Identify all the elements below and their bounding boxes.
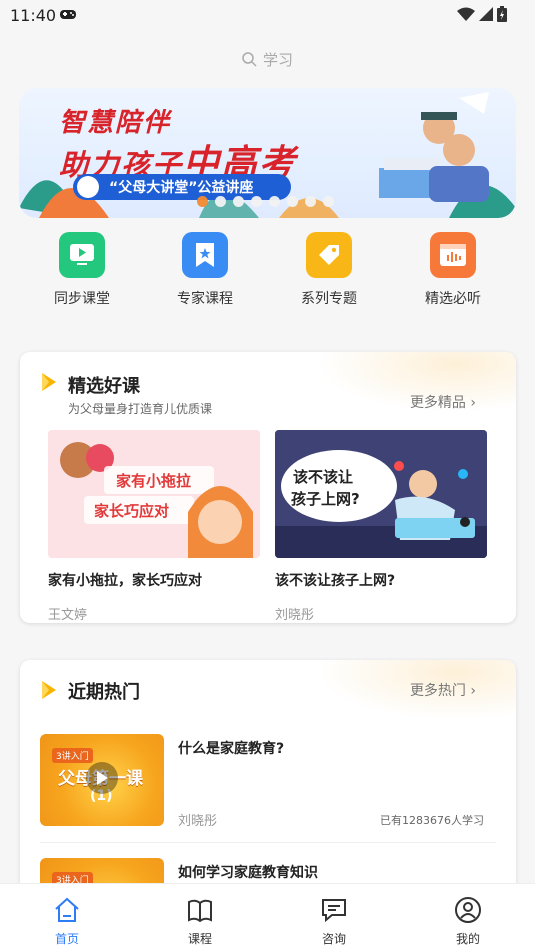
quick-entry-expert-course[interactable]: 专家课程 bbox=[150, 232, 260, 308]
hot-course-item[interactable]: 3讲入门 父母第一课 (1) 什么是家庭教育? 刘晓彤 已有1283676人学习 bbox=[40, 734, 496, 844]
quick-entry-grid: 同步课堂 专家课程 系列专题 精选必听 bbox=[0, 232, 535, 312]
game-controller-icon bbox=[60, 10, 76, 19]
hot-course-title: 如何学习家庭教育知识 bbox=[178, 865, 318, 881]
tab-courses[interactable]: 课程 bbox=[160, 896, 240, 947]
profile-icon bbox=[455, 897, 481, 923]
chevron-right-icon: › bbox=[470, 683, 476, 699]
course-title: 该不该让孩子上网? bbox=[275, 573, 396, 589]
section-marker-icon bbox=[42, 373, 56, 391]
carousel-dot[interactable] bbox=[215, 196, 226, 207]
carousel-dot[interactable] bbox=[197, 196, 208, 207]
tab-profile[interactable]: 我的 bbox=[428, 896, 508, 947]
carousel-dot[interactable] bbox=[305, 196, 316, 207]
banner-pill-text: “父母大讲堂”公益讲座 bbox=[109, 180, 254, 196]
carousel-dot[interactable] bbox=[323, 196, 334, 207]
lecture-logo-icon bbox=[77, 176, 99, 198]
carousel-dot[interactable] bbox=[251, 196, 262, 207]
thumbnail-text-2: 家长巧应对 bbox=[94, 502, 170, 520]
quick-entry-label: 专家课程 bbox=[177, 291, 233, 307]
quick-entry-selected-audio[interactable]: 精选必听 bbox=[398, 232, 508, 308]
thumbnail-illustration bbox=[48, 430, 260, 558]
bookmark-star-icon bbox=[182, 232, 228, 278]
course-thumbnail: 家有小拖拉 家长巧应对 bbox=[48, 430, 260, 558]
more-link-label: 更多精品 bbox=[409, 395, 466, 411]
tab-label: 我的 bbox=[455, 932, 480, 946]
course-author: 刘晓彤 bbox=[275, 608, 315, 623]
course-author: 王文婷 bbox=[48, 608, 88, 623]
section-title: 精选好课 bbox=[68, 376, 140, 397]
hot-courses-card: 近期热门 更多热门 › 3讲入门 父母第一课 (1) 什么是家庭教育? 刘晓彤 … bbox=[20, 660, 516, 900]
carousel-dot[interactable] bbox=[287, 196, 298, 207]
status-icons bbox=[457, 6, 507, 22]
carousel-dot[interactable] bbox=[269, 196, 280, 207]
quick-entry-label: 同步课堂 bbox=[54, 291, 110, 307]
course-card[interactable]: 家有小拖拉 家长巧应对 家有小拖拉，家长巧应对 王文婷 bbox=[48, 430, 260, 623]
more-link-label: 更多热门 bbox=[409, 683, 466, 699]
tab-label: 课程 bbox=[187, 932, 212, 946]
tag-icon bbox=[306, 232, 352, 278]
play-icon[interactable] bbox=[86, 762, 118, 794]
thumbnail-text-2: 孩子上网? bbox=[291, 490, 360, 508]
signal-icon bbox=[479, 7, 493, 21]
carousel-dot[interactable] bbox=[233, 196, 244, 207]
thumbnail-text-1: 家有小拖拉 bbox=[116, 472, 192, 490]
course-card[interactable]: 该不该让 孩子上网? 该不该让孩子上网? 刘晓彤 bbox=[275, 430, 487, 623]
search-icon bbox=[242, 51, 257, 67]
tab-consult[interactable]: 咨询 bbox=[294, 896, 374, 947]
audio-wave-icon bbox=[430, 232, 476, 278]
bottom-tab-bar: 首页 课程 咨询 我的 bbox=[0, 883, 535, 951]
chat-icon bbox=[322, 899, 346, 923]
thumbnail-badge: 3讲入门 bbox=[52, 748, 93, 763]
thumbnail-text-1: 该不该让 bbox=[293, 468, 354, 486]
carousel-indicator[interactable] bbox=[197, 196, 334, 207]
section-subtitle: 为父母量身打造育儿优质课 bbox=[68, 402, 213, 416]
featured-courses-card: 精选好课 为父母量身打造育儿优质课 更多精品 › 家有小拖拉 家长巧应对 家有小… bbox=[20, 352, 516, 623]
tab-label: 首页 bbox=[54, 932, 79, 946]
battery-icon bbox=[497, 6, 507, 22]
wifi-icon bbox=[457, 7, 475, 21]
search-bar[interactable]: 学习 bbox=[0, 44, 535, 74]
hot-course-title: 什么是家庭教育? bbox=[178, 741, 285, 757]
chevron-right-icon: › bbox=[470, 395, 476, 411]
play-screen-icon bbox=[59, 232, 105, 278]
book-icon bbox=[188, 899, 212, 923]
course-thumbnail: 3讲入门 父母第一课 (1) bbox=[40, 734, 164, 826]
quick-entry-label: 精选必听 bbox=[425, 291, 481, 307]
quick-entry-label: 系列专题 bbox=[301, 291, 357, 307]
quick-entry-sync-class[interactable]: 同步课堂 bbox=[27, 232, 137, 308]
home-icon bbox=[55, 897, 79, 922]
more-link[interactable]: 更多热门 › bbox=[410, 680, 476, 700]
tab-home[interactable]: 首页 bbox=[27, 896, 107, 947]
promo-banner[interactable]: 智慧陪伴 助力孩子中高考 “父母大讲堂”公益讲座 bbox=[19, 88, 516, 218]
learner-count: 已有1283676人学习 bbox=[380, 814, 484, 827]
section-title: 近期热门 bbox=[68, 682, 140, 703]
more-link[interactable]: 更多精品 › bbox=[410, 392, 476, 412]
search-placeholder: 学习 bbox=[262, 50, 293, 69]
status-bar: 11:40 bbox=[0, 0, 535, 32]
hot-course-author: 刘晓彤 bbox=[178, 814, 218, 829]
section-marker-icon bbox=[42, 681, 56, 699]
status-time: 11:40 bbox=[10, 6, 57, 25]
course-title: 家有小拖拉，家长巧应对 bbox=[48, 573, 202, 589]
divider bbox=[40, 842, 496, 843]
quick-entry-series[interactable]: 系列专题 bbox=[274, 232, 384, 308]
course-thumbnail: 该不该让 孩子上网? bbox=[275, 430, 487, 558]
tab-label: 咨询 bbox=[321, 932, 346, 946]
